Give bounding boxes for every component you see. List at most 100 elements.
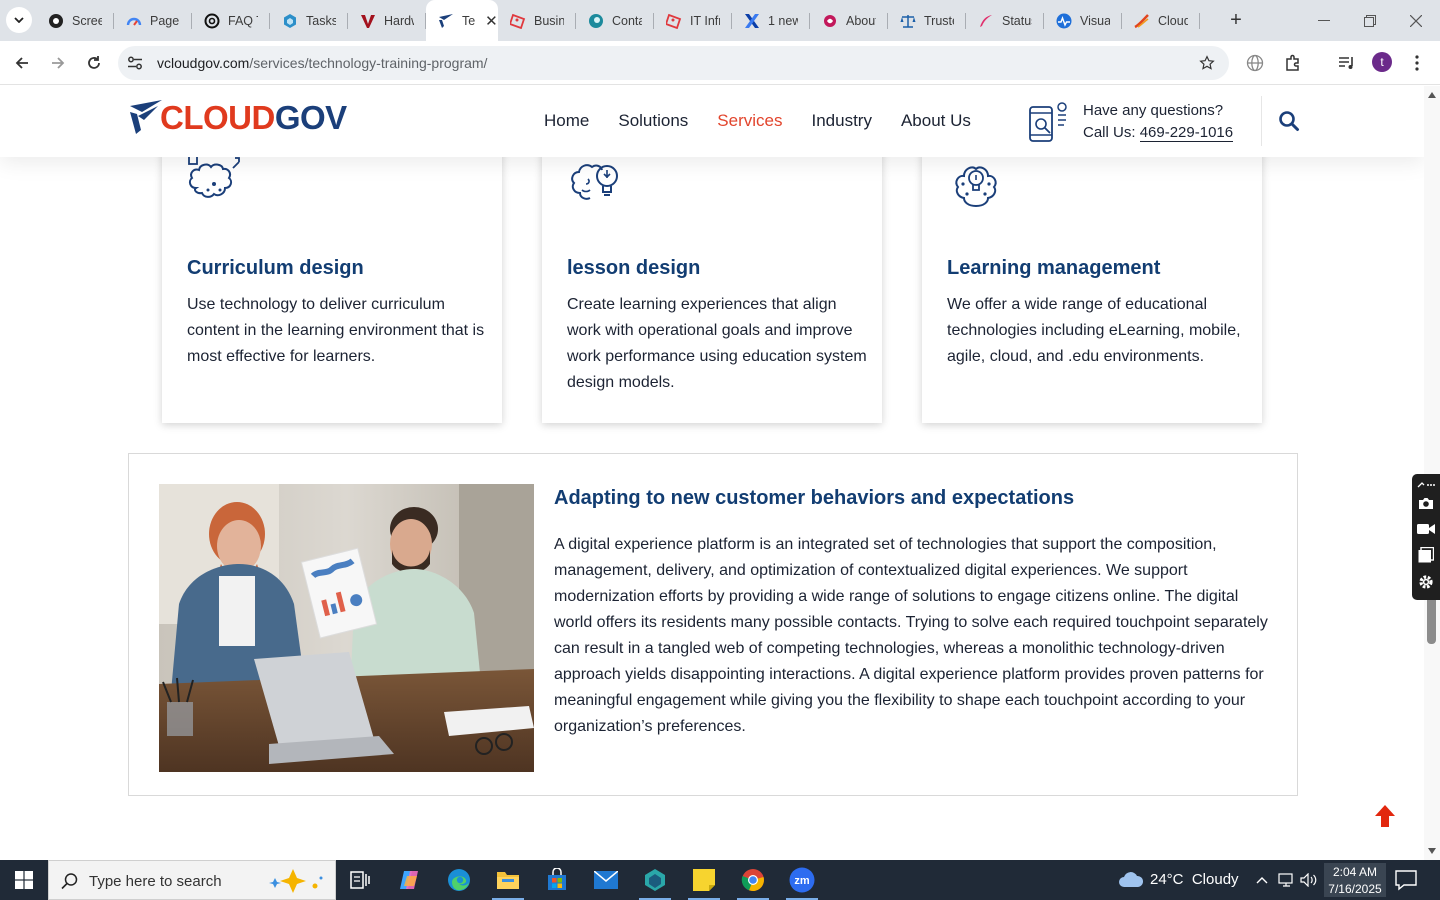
tab-title: About <box>846 13 876 28</box>
browser-tab[interactable]: Cloud <box>1122 0 1200 41</box>
tab-search-button[interactable] <box>6 7 32 33</box>
nav-item-home[interactable]: Home <box>544 111 589 131</box>
scrollbar-thumb[interactable] <box>1427 596 1436 644</box>
browser-tab[interactable]: Status <box>966 0 1044 41</box>
weather-widget[interactable]: 24°C Cloudy <box>1118 870 1239 888</box>
call-us-label: Call Us: <box>1083 124 1140 141</box>
tab-title: Trusted <box>924 13 954 28</box>
network-icon[interactable] <box>1277 870 1297 890</box>
weather-text: 24°C Cloudy <box>1150 870 1239 888</box>
close-window-button[interactable] <box>1393 0 1439 41</box>
hex-app[interactable] <box>631 860 679 900</box>
page-scrollbar[interactable] <box>1424 86 1440 860</box>
minimize-icon <box>1318 19 1330 21</box>
pagespeed-icon <box>126 13 142 29</box>
screencast-app-icon <box>48 13 64 29</box>
nav-item-industry[interactable]: Industry <box>811 111 871 131</box>
nav-item-solutions[interactable]: Solutions <box>618 111 688 131</box>
browser-tab[interactable]: Trusted <box>888 0 966 41</box>
site-header: CLOUDGOV Home Solutions Services Industry Ab… <box>0 86 1424 157</box>
widget-more-icon[interactable] <box>1416 476 1436 494</box>
mail-app[interactable] <box>582 860 630 900</box>
url-text: vcloudgov.com/services/technology-traini… <box>157 55 487 71</box>
browser-tab-strip: Screen PageSpeed FAQ Tool Tasks Hardware Te ✕ B… <box>0 0 1440 41</box>
forward-button[interactable] <box>46 51 70 75</box>
scroll-down-arrow-icon[interactable] <box>1428 848 1436 854</box>
browser-tab[interactable]: Business <box>498 0 576 41</box>
mail-envelope-icon <box>594 871 618 889</box>
minimize-button[interactable] <box>1301 0 1347 41</box>
new-tab-button[interactable]: + <box>1224 8 1248 32</box>
browser-tab[interactable]: IT Infra <box>654 0 732 41</box>
teal-circle-icon <box>588 13 604 29</box>
scroll-to-top-arrow-icon[interactable] <box>1374 804 1396 828</box>
profile-avatar[interactable]: t <box>1372 52 1392 72</box>
header-divider <box>1261 96 1262 146</box>
camera-icon[interactable] <box>1416 494 1436 512</box>
file-explorer-app[interactable] <box>484 860 532 900</box>
media-control-icon[interactable] <box>1336 52 1358 74</box>
tab-title: Contact <box>612 13 642 28</box>
browser-tab[interactable]: About <box>810 0 888 41</box>
cloud-icon <box>1119 872 1144 887</box>
v-brand-icon <box>360 13 376 29</box>
search-icon[interactable] <box>1278 110 1300 132</box>
show-hidden-icons-button[interactable] <box>1252 870 1272 890</box>
browser-tab[interactable]: FAQ Tool <box>192 0 270 41</box>
card-title: lesson design <box>567 257 701 279</box>
browser-tab[interactable]: Visual <box>1044 0 1122 41</box>
card-curriculum-design: Curriculum design Use technology to deli… <box>162 126 502 423</box>
back-button[interactable] <box>10 51 34 75</box>
browser-tab[interactable]: PageSpeed <box>114 0 192 41</box>
restore-icon <box>1364 14 1376 27</box>
close-tab-icon[interactable]: ✕ <box>485 12 498 30</box>
search-icon <box>61 873 78 890</box>
address-bar[interactable]: vcloudgov.com/services/technology-traini… <box>118 46 1229 80</box>
scroll-up-arrow-icon[interactable] <box>1428 92 1436 98</box>
browser-menu-icon[interactable] <box>1406 52 1428 74</box>
notification-icon[interactable] <box>1394 869 1418 891</box>
feature-title: Adapting to new customer behaviors and e… <box>554 487 1075 509</box>
window-capture-icon[interactable] <box>1416 546 1436 564</box>
clock-time: 2:04 AM <box>1332 865 1378 879</box>
site-info-icon[interactable] <box>126 54 144 72</box>
arrow-right-icon <box>52 57 65 69</box>
browser-tab[interactable]: Te ✕ <box>426 0 498 41</box>
openai-icon <box>204 13 220 29</box>
feature-text: A digital experience platform is an inte… <box>554 536 1268 735</box>
browser-tab[interactable]: Screen <box>36 0 114 41</box>
zoom-app[interactable]: zm <box>778 860 826 900</box>
tab-title: Screen <box>72 13 102 28</box>
copilot-app[interactable] <box>386 860 434 900</box>
taskbar-clock[interactable]: 2:04 AM 7/16/2025 <box>1324 863 1386 897</box>
video-camera-icon[interactable] <box>1416 520 1436 538</box>
translate-globe-icon[interactable] <box>1244 52 1266 74</box>
store-app[interactable] <box>533 860 581 900</box>
start-button[interactable] <box>0 860 48 900</box>
gear-icon[interactable] <box>1416 573 1436 591</box>
svg-text:zm: zm <box>794 875 810 887</box>
browser-tab[interactable]: Hardware <box>348 0 426 41</box>
reload-button[interactable] <box>82 51 106 75</box>
phone-number-link[interactable]: 469-229-1016 <box>1139 124 1234 142</box>
bookmark-star-icon[interactable] <box>1197 53 1217 73</box>
site-logo[interactable]: CLOUDGOV <box>128 98 347 138</box>
tab-title: FAQ Tool <box>228 13 258 28</box>
sticky-notes-app[interactable] <box>680 860 728 900</box>
task-view-button[interactable] <box>336 860 384 900</box>
browser-tab[interactable]: 1 new <box>732 0 810 41</box>
ticket-icon <box>666 13 682 29</box>
wp-flower-icon <box>822 13 838 29</box>
chrome-app[interactable] <box>729 860 777 900</box>
browser-tab[interactable]: Tasks <box>270 0 348 41</box>
taskbar-search-box[interactable]: Type here to search <box>48 860 336 900</box>
nav-item-about-us[interactable]: About Us <box>901 111 971 131</box>
edge-app[interactable] <box>435 860 483 900</box>
restore-button[interactable] <box>1347 0 1393 41</box>
nav-item-services[interactable]: Services <box>717 111 782 131</box>
volume-icon[interactable] <box>1299 870 1319 890</box>
browser-tab[interactable]: Contact <box>576 0 654 41</box>
cloudgov-favicon <box>438 13 454 29</box>
extensions-puzzle-icon[interactable] <box>1282 52 1304 74</box>
clock-date: 7/16/2025 <box>1328 882 1382 896</box>
